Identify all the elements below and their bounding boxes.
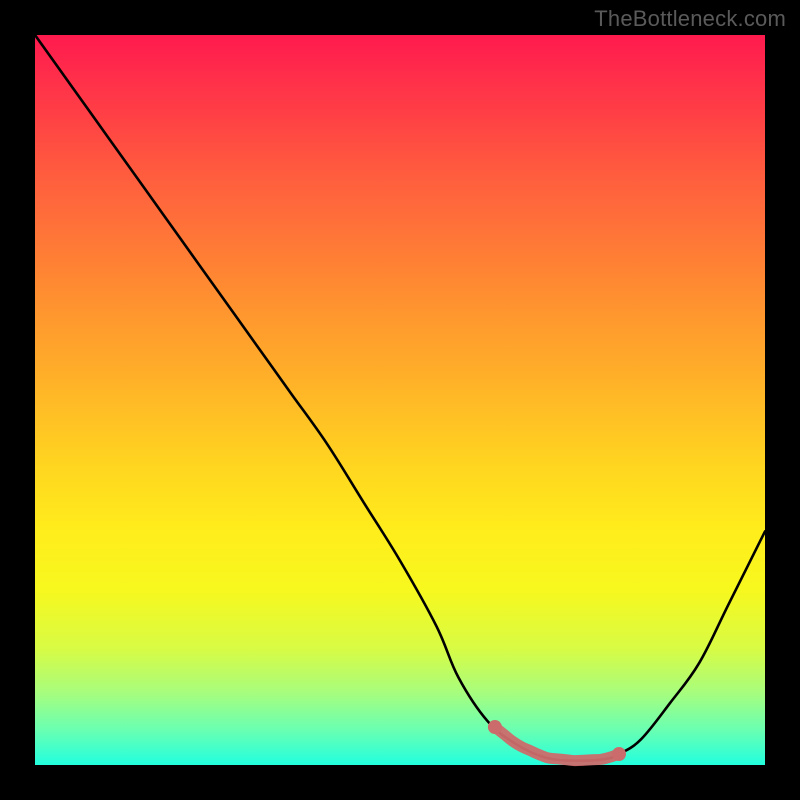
plot-area <box>35 35 765 765</box>
optimal-range-highlight <box>495 727 619 761</box>
curve-layer <box>35 35 765 765</box>
highlight-end-dot <box>612 747 626 761</box>
chart-stage: TheBottleneck.com <box>0 0 800 800</box>
watermark-text: TheBottleneck.com <box>594 6 786 32</box>
highlight-start-dot <box>488 720 502 734</box>
bottleneck-curve <box>35 35 765 761</box>
